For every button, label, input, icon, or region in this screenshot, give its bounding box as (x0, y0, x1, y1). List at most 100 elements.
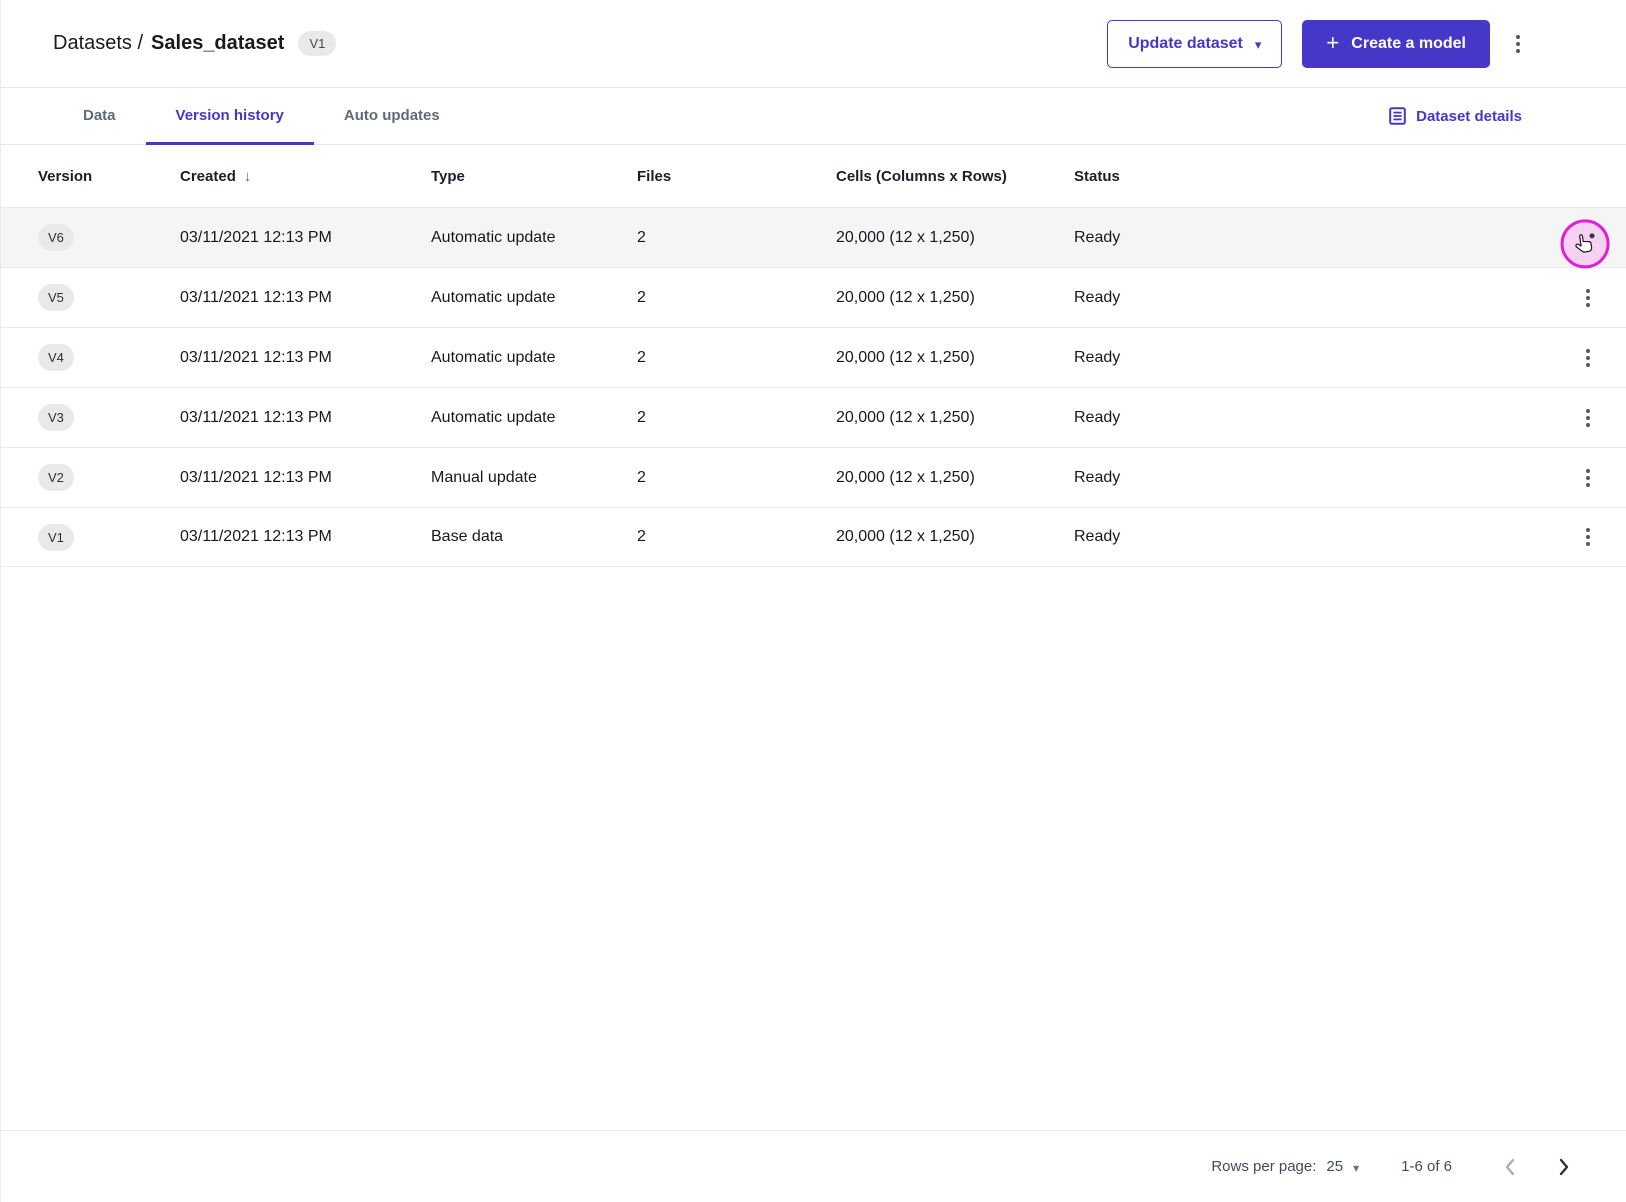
dataset-details-link[interactable]: Dataset details (1389, 88, 1522, 144)
table-row[interactable]: V6 03/11/2021 12:13 PM Automatic update … (1, 207, 1626, 267)
status-cell: Ready (1074, 349, 1560, 367)
previous-page-button[interactable] (1498, 1152, 1522, 1182)
empty-table-area (1, 567, 1626, 1132)
kebab-dot (1586, 349, 1590, 353)
table-header-row: Version Created ↓ Type Files Cells (Colu… (1, 145, 1626, 207)
kebab-dot (1586, 423, 1590, 427)
table-row[interactable]: V2 03/11/2021 12:13 PM Manual update 2 2… (1, 447, 1626, 507)
rows-per-page-select[interactable]: Rows per page: 25 ▾ (1211, 1158, 1359, 1175)
rows-per-page-value: 25 (1326, 1158, 1343, 1175)
cells-cell: 20,000 (12 x 1,250) (836, 229, 1074, 247)
column-header-cells: Cells (Columns x Rows) (836, 168, 1074, 185)
cursor-highlight-ring (1561, 219, 1610, 268)
breadcrumb: Datasets / Sales_dataset V1 (53, 31, 336, 56)
kebab-dot (1586, 296, 1590, 300)
sort-descending-icon[interactable]: ↓ (244, 168, 252, 185)
row-overflow-menu-button[interactable] (1580, 343, 1596, 373)
kebab-dot (1586, 476, 1590, 480)
pager (1498, 1152, 1576, 1182)
row-overflow-menu-button[interactable] (1580, 463, 1596, 493)
files-cell: 2 (637, 229, 836, 247)
row-actions-cell (1560, 388, 1616, 447)
status-cell: Ready (1074, 469, 1560, 487)
kebab-dot (1516, 42, 1520, 46)
rows-per-page-label: Rows per page: (1211, 1158, 1316, 1175)
row-actions-cell (1560, 328, 1616, 387)
version-badge: V5 (38, 284, 74, 311)
version-cell: V5 (38, 284, 180, 311)
type-cell: Manual update (431, 469, 637, 487)
dataset-details-label: Dataset details (1416, 108, 1522, 125)
tab-version-history[interactable]: Version history (146, 88, 314, 145)
update-dataset-label: Update dataset (1128, 35, 1243, 53)
created-cell: 03/11/2021 12:13 PM (180, 289, 431, 307)
version-badge: V6 (38, 224, 74, 251)
update-dataset-button[interactable]: Update dataset ▾ (1107, 20, 1282, 68)
chevron-down-icon: ▾ (1353, 1162, 1359, 1174)
cells-cell: 20,000 (12 x 1,250) (836, 349, 1074, 367)
row-actions-cell (1560, 268, 1616, 327)
column-header-status: Status (1074, 168, 1560, 185)
kebab-dot (1586, 303, 1590, 307)
row-overflow-menu-button[interactable] (1580, 522, 1596, 552)
tab-bar: Data Version history Auto updates Datase… (1, 88, 1626, 145)
kebab-dot (1586, 416, 1590, 420)
created-cell: 03/11/2021 12:13 PM (180, 409, 431, 427)
column-header-version: Version (38, 168, 180, 185)
breadcrumb-datasets-link[interactable]: Datasets / (53, 32, 143, 55)
version-cell: V2 (38, 464, 180, 491)
type-cell: Automatic update (431, 229, 637, 247)
column-header-type: Type (431, 168, 637, 185)
create-model-button[interactable]: + Create a model (1302, 20, 1490, 68)
table-row[interactable]: V4 03/11/2021 12:13 PM Automatic update … (1, 327, 1626, 387)
files-cell: 2 (637, 349, 836, 367)
tab-auto-updates[interactable]: Auto updates (314, 88, 470, 145)
cells-cell: 20,000 (12 x 1,250) (836, 289, 1074, 307)
tab-version-history-label: Version history (176, 107, 284, 124)
kebab-dot (1586, 409, 1590, 413)
kebab-dot (1586, 483, 1590, 487)
row-actions-cell (1560, 208, 1616, 267)
version-table-body: V6 03/11/2021 12:13 PM Automatic update … (1, 207, 1626, 567)
kebab-dot (1586, 363, 1590, 367)
table-row[interactable]: V3 03/11/2021 12:13 PM Automatic update … (1, 387, 1626, 447)
tab-data[interactable]: Data (53, 88, 146, 145)
version-badge: V3 (38, 404, 74, 431)
type-cell: Automatic update (431, 349, 637, 367)
row-overflow-menu-button[interactable] (1580, 283, 1596, 313)
kebab-dot (1586, 535, 1590, 539)
table-row[interactable]: V5 03/11/2021 12:13 PM Automatic update … (1, 267, 1626, 327)
status-cell: Ready (1074, 229, 1560, 247)
chevron-down-icon: ▾ (1255, 38, 1262, 51)
created-cell: 03/11/2021 12:13 PM (180, 528, 431, 546)
kebab-dot (1586, 528, 1590, 532)
page-title: Sales_dataset (151, 32, 284, 55)
kebab-dot (1516, 35, 1520, 39)
version-badge: V4 (38, 344, 74, 371)
type-cell: Automatic update (431, 409, 637, 427)
row-actions-cell (1560, 508, 1616, 566)
cells-cell: 20,000 (12 x 1,250) (836, 469, 1074, 487)
chevron-left-icon (1504, 1158, 1516, 1176)
page-header: Datasets / Sales_dataset V1 Update datas… (1, 0, 1626, 88)
version-cell: V4 (38, 344, 180, 371)
created-cell: 03/11/2021 12:13 PM (180, 229, 431, 247)
document-icon (1389, 107, 1406, 125)
row-overflow-menu-button[interactable] (1580, 403, 1596, 433)
kebab-dot (1516, 49, 1520, 53)
version-cell: V6 (38, 224, 180, 251)
hand-cursor-icon (1570, 230, 1599, 259)
version-cell: V3 (38, 404, 180, 431)
header-actions: Update dataset ▾ + Create a model (1107, 20, 1526, 68)
plus-icon: + (1326, 32, 1339, 54)
column-header-created[interactable]: Created ↓ (180, 168, 431, 185)
kebab-dot (1586, 356, 1590, 360)
tab-auto-updates-label: Auto updates (344, 107, 440, 124)
row-actions-cell (1560, 448, 1616, 507)
kebab-dot (1586, 289, 1590, 293)
header-overflow-menu-button[interactable] (1510, 29, 1526, 59)
version-history-table: Version Created ↓ Type Files Cells (Colu… (1, 145, 1626, 567)
files-cell: 2 (637, 409, 836, 427)
next-page-button[interactable] (1552, 1152, 1576, 1182)
table-row[interactable]: V1 03/11/2021 12:13 PM Base data 2 20,00… (1, 507, 1626, 567)
